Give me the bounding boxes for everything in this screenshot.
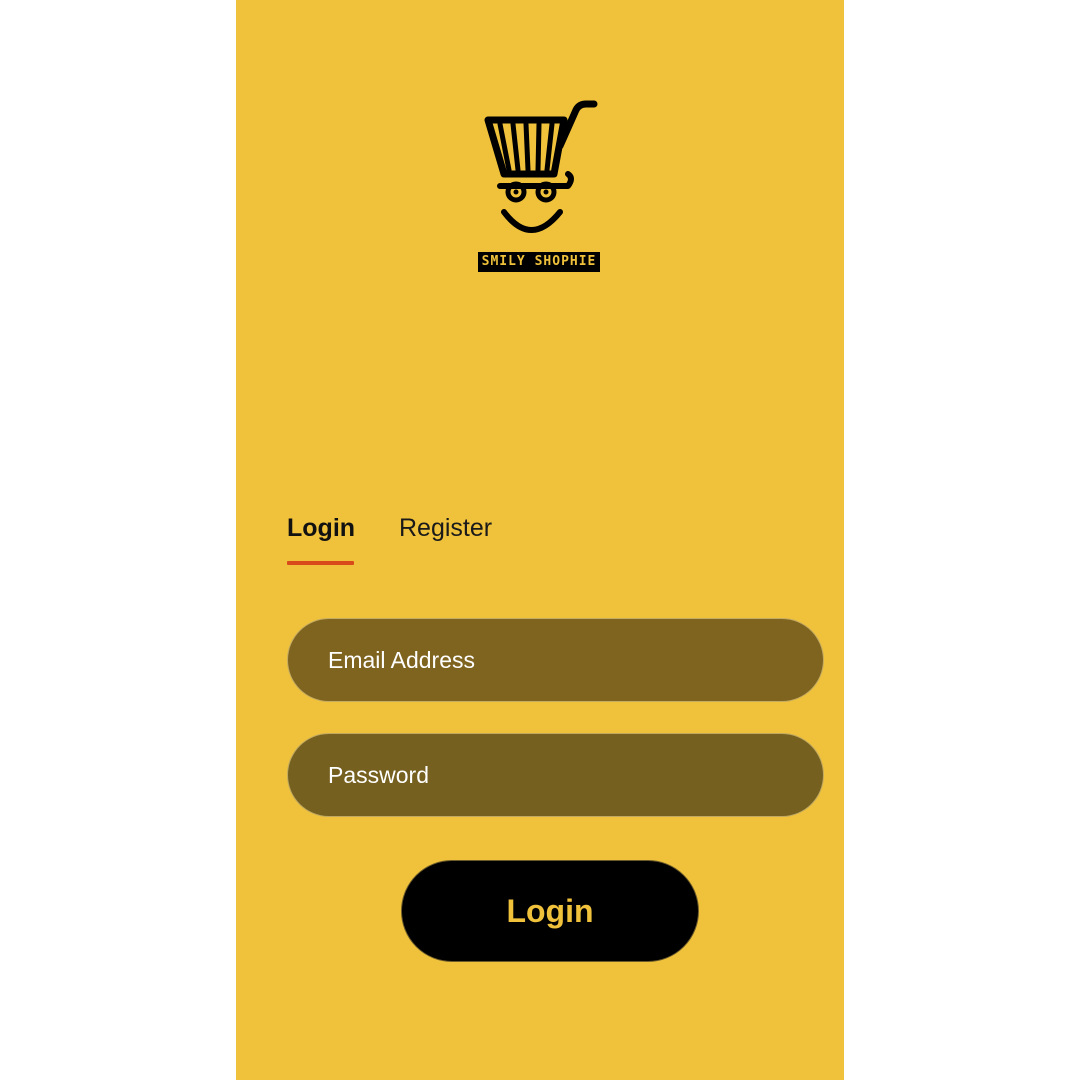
tab-register[interactable]: Register xyxy=(399,508,492,548)
auth-tabs: Login Register xyxy=(287,508,607,568)
brand-name-text: SMILY SHOPHIE xyxy=(477,252,601,272)
tab-login[interactable]: Login xyxy=(287,508,355,548)
smiling-shopping-cart-icon xyxy=(484,100,598,233)
password-field[interactable] xyxy=(287,733,824,817)
login-button[interactable]: Login xyxy=(401,860,699,962)
email-field[interactable] xyxy=(287,618,824,702)
login-screen: SMILY SHOPHIE Login Register Login xyxy=(236,0,844,1080)
active-tab-indicator xyxy=(287,561,354,565)
brand-name: SMILY SHOPHIE xyxy=(454,252,624,272)
email-input[interactable] xyxy=(326,645,823,675)
brand-logo: SMILY SHOPHIE xyxy=(454,98,624,278)
password-input[interactable] xyxy=(326,760,823,790)
